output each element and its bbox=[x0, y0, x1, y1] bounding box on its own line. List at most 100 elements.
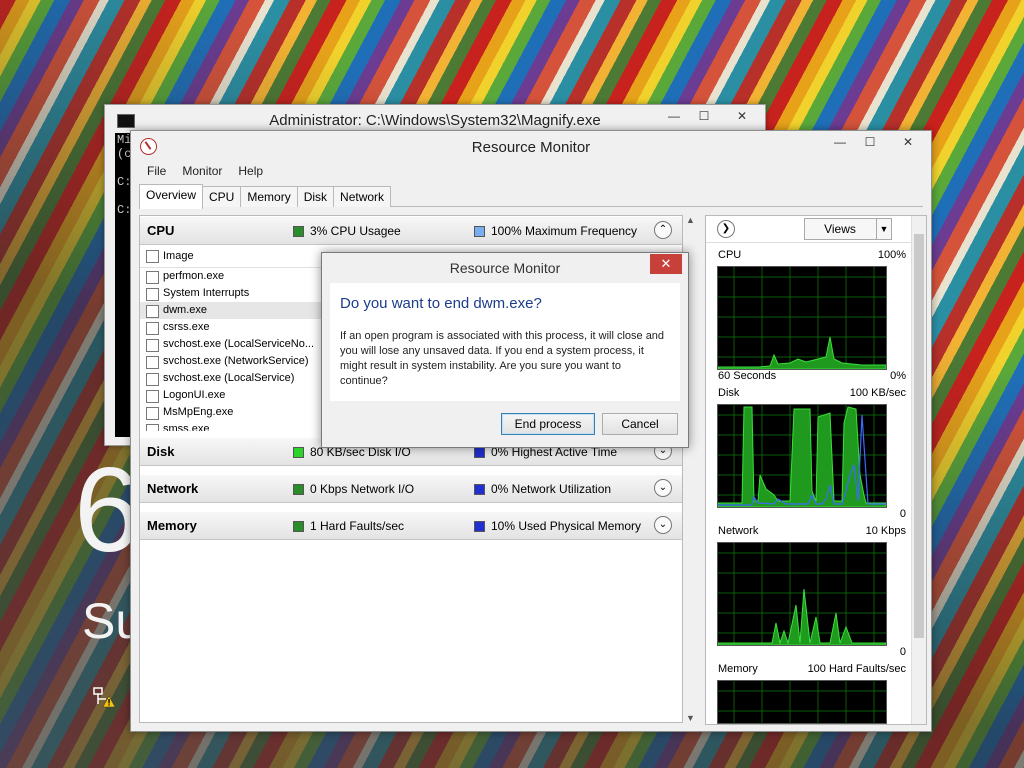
memory-graph bbox=[717, 680, 887, 724]
disk-io-swatch bbox=[293, 446, 304, 458]
process-name: svchost.exe (LocalServiceNo... bbox=[163, 338, 315, 350]
physical-memory-text: 10% Used Physical Memory bbox=[491, 519, 642, 533]
section-title: CPU bbox=[147, 223, 175, 238]
process-name: smss.exe bbox=[163, 423, 210, 431]
menu-bar: File Monitor Help bbox=[139, 164, 271, 178]
row-checkbox[interactable] bbox=[146, 407, 159, 420]
row-checkbox[interactable] bbox=[146, 288, 159, 301]
network-graph-min: 0 bbox=[899, 646, 906, 658]
dropdown-arrow-icon: ▼ bbox=[876, 219, 891, 239]
disk-graph-min: 0 bbox=[899, 508, 906, 520]
active-time-swatch bbox=[474, 446, 485, 458]
views-dropdown[interactable]: Views ▼ bbox=[804, 218, 892, 240]
expand-chevron-icon[interactable]: ⌄ bbox=[654, 516, 672, 534]
network-section-header[interactable]: Network 0 Kbps Network I/O 0% Network Ut… bbox=[140, 474, 682, 503]
process-name: svchost.exe (LocalService) bbox=[163, 372, 295, 384]
minimize-button[interactable]: — bbox=[825, 131, 855, 153]
menu-file[interactable]: File bbox=[139, 164, 174, 178]
network-graph-canvas bbox=[718, 543, 886, 645]
memory-graph-canvas bbox=[718, 681, 886, 723]
network-utilization-text: 0% Network Utilization bbox=[491, 482, 612, 496]
row-checkbox[interactable] bbox=[146, 373, 159, 386]
row-checkbox[interactable] bbox=[146, 390, 159, 403]
network-warning-icon bbox=[92, 686, 116, 708]
network-graph-label: Network bbox=[718, 525, 759, 537]
scroll-up-icon[interactable]: ▲ bbox=[686, 215, 695, 225]
end-process-button[interactable]: End process bbox=[501, 413, 595, 435]
graph-scrollbar[interactable] bbox=[911, 216, 926, 724]
max-frequency-swatch bbox=[474, 225, 485, 237]
end-process-dialog[interactable]: Resource Monitor ✕ Do you want to end dw… bbox=[321, 252, 689, 448]
collapse-graphs-icon[interactable]: ❯ bbox=[717, 220, 735, 238]
disk-graph-canvas bbox=[718, 405, 886, 507]
process-name: dwm.exe bbox=[163, 304, 208, 316]
row-checkbox[interactable] bbox=[146, 271, 159, 284]
tab-memory[interactable]: Memory bbox=[240, 186, 298, 207]
select-all-checkbox[interactable] bbox=[146, 250, 159, 263]
minimize-button[interactable]: — bbox=[659, 105, 689, 127]
close-button[interactable]: ✕ bbox=[719, 105, 765, 127]
process-name: LogonUI.exe bbox=[163, 389, 226, 401]
scroll-down-icon[interactable]: ▼ bbox=[686, 713, 695, 723]
row-checkbox[interactable] bbox=[146, 356, 159, 369]
cpu-graph-label: CPU bbox=[718, 249, 742, 261]
network-graph bbox=[717, 542, 887, 646]
process-name: MsMpEng.exe bbox=[163, 406, 234, 418]
cpu-section-header[interactable]: CPU 3% CPU Usagee 100% Maximum Frequency… bbox=[140, 216, 682, 245]
section-title: Memory bbox=[147, 518, 197, 533]
dialog-message: If an open program is associated with th… bbox=[340, 330, 665, 387]
max-frequency-text: 100% Maximum Frequency bbox=[491, 224, 638, 238]
row-checkbox[interactable] bbox=[146, 322, 159, 335]
row-checkbox[interactable] bbox=[146, 424, 159, 431]
cpu-usage-text: 3% CPU Usagee bbox=[310, 224, 401, 238]
close-button[interactable]: ✕ bbox=[885, 131, 931, 153]
maximize-button[interactable]: ☐ bbox=[689, 105, 719, 127]
network-io-text: 0 Kbps Network I/O bbox=[310, 482, 415, 496]
cancel-button[interactable]: Cancel bbox=[602, 413, 678, 435]
cpu-graph-max: 100% bbox=[877, 249, 906, 261]
menu-monitor[interactable]: Monitor bbox=[174, 164, 230, 178]
cpu-graph bbox=[717, 266, 887, 370]
memory-section-header[interactable]: Memory 1 Hard Faults/sec 10% Used Physic… bbox=[140, 511, 682, 540]
disk-graph-label: Disk bbox=[718, 387, 740, 399]
cpu-graph-min: 0% bbox=[890, 370, 906, 382]
row-checkbox[interactable] bbox=[146, 305, 159, 318]
column-image[interactable]: Image bbox=[163, 250, 194, 262]
hard-faults-swatch bbox=[293, 520, 304, 532]
maximize-button[interactable]: ☐ bbox=[855, 131, 885, 153]
expand-chevron-icon[interactable]: ⌄ bbox=[654, 479, 672, 497]
network-io-swatch bbox=[293, 483, 304, 495]
network-utilization-swatch bbox=[474, 483, 485, 495]
section-title: Disk bbox=[147, 444, 175, 459]
memory-graph-max: 100 Hard Faults/sec bbox=[807, 663, 906, 675]
console-title-bar[interactable]: Administrator: C:\Windows\System32\Magni… bbox=[105, 105, 765, 133]
process-name: System Interrupts bbox=[163, 287, 250, 299]
hard-faults-text: 1 Hard Faults/sec bbox=[310, 519, 405, 533]
disk-graph bbox=[717, 404, 887, 508]
process-name: svchost.exe (NetworkService) bbox=[163, 355, 309, 367]
dialog-heading: Do you want to end dwm.exe? bbox=[340, 295, 542, 312]
tab-cpu[interactable]: CPU bbox=[202, 186, 242, 207]
rm-title: Resource Monitor bbox=[471, 139, 591, 156]
menu-help[interactable]: Help bbox=[230, 164, 271, 178]
tab-network[interactable]: Network bbox=[333, 186, 392, 207]
network-graph-max: 10 Kbps bbox=[865, 525, 906, 537]
views-label: Views bbox=[824, 222, 856, 236]
graph-pane: ❯ Views ▼ CPU 100% 60 Seconds 0% Disk 10… bbox=[705, 215, 927, 725]
memory-graph-label: Memory bbox=[718, 663, 758, 675]
cpu-usage-swatch bbox=[293, 225, 304, 237]
dialog-title-bar[interactable]: Resource Monitor ✕ bbox=[322, 253, 688, 281]
scroll-thumb[interactable] bbox=[914, 234, 924, 638]
rm-title-bar[interactable]: Resource Monitor — ☐ ✕ bbox=[131, 131, 931, 161]
tab-overview[interactable]: Overview bbox=[139, 184, 204, 209]
tab-strip: Overview CPU Memory Disk Network bbox=[139, 184, 923, 209]
dialog-close-button[interactable]: ✕ bbox=[650, 254, 682, 274]
process-name: csrss.exe bbox=[163, 321, 210, 333]
process-name: perfmon.exe bbox=[163, 270, 225, 282]
section-title: Network bbox=[147, 481, 199, 496]
collapse-chevron-icon[interactable]: ⌃ bbox=[654, 221, 672, 239]
dialog-title: Resource Monitor bbox=[449, 260, 561, 276]
physical-memory-swatch bbox=[474, 520, 485, 532]
tab-disk[interactable]: Disk bbox=[296, 186, 335, 207]
row-checkbox[interactable] bbox=[146, 339, 159, 352]
